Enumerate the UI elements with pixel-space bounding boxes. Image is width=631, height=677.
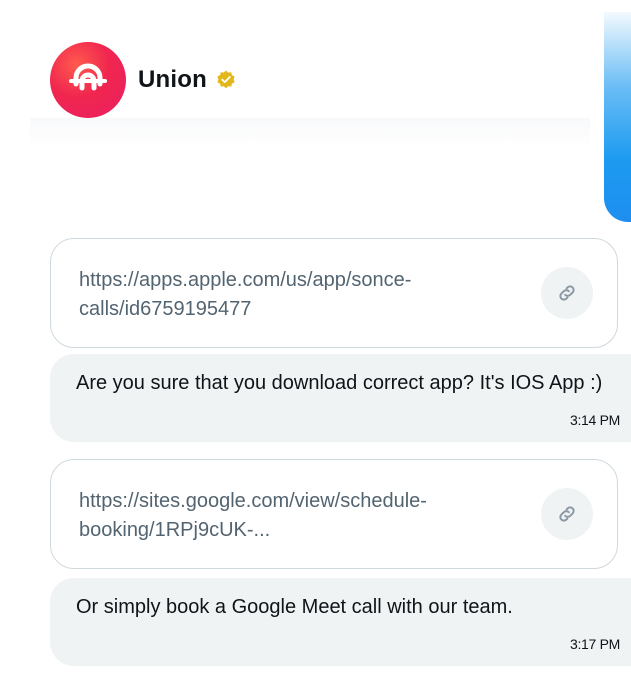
link-icon [559, 285, 575, 301]
message-text: Are you sure that you download correct a… [76, 372, 603, 394]
link-url[interactable]: https://apps.apple.com/us/app/sonce-call… [79, 266, 519, 324]
link-icon [559, 506, 575, 522]
dm-conversation: Union https://apps.apple.com/us/app/sonc… [0, 0, 631, 677]
avatar[interactable] [50, 42, 126, 118]
received-message-bubble[interactable]: Or simply book a Google Meet call with o… [50, 578, 631, 666]
message-text: Or simply book a Google Meet call with o… [76, 596, 513, 618]
header-divider-shadow [30, 118, 590, 148]
sent-message-bubble-edge[interactable] [604, 12, 631, 222]
link-preview-card[interactable]: https://apps.apple.com/us/app/sonce-call… [50, 238, 618, 348]
message-timestamp: 3:17 PM [569, 636, 620, 652]
link-icon-button[interactable] [541, 267, 593, 319]
contact-name-row: Union [138, 66, 237, 94]
conversation-header: Union [50, 42, 237, 118]
contact-name[interactable]: Union [138, 66, 207, 94]
link-url[interactable]: https://sites.google.com/view/schedule-b… [79, 487, 519, 545]
link-preview-card[interactable]: https://sites.google.com/view/schedule-b… [50, 459, 618, 569]
message-timestamp: 3:14 PM [569, 412, 620, 428]
received-message-bubble[interactable]: Are you sure that you download correct a… [50, 354, 631, 442]
verified-badge-icon [217, 70, 235, 89]
union-logo-icon [69, 63, 107, 91]
link-icon-button[interactable] [541, 488, 593, 540]
